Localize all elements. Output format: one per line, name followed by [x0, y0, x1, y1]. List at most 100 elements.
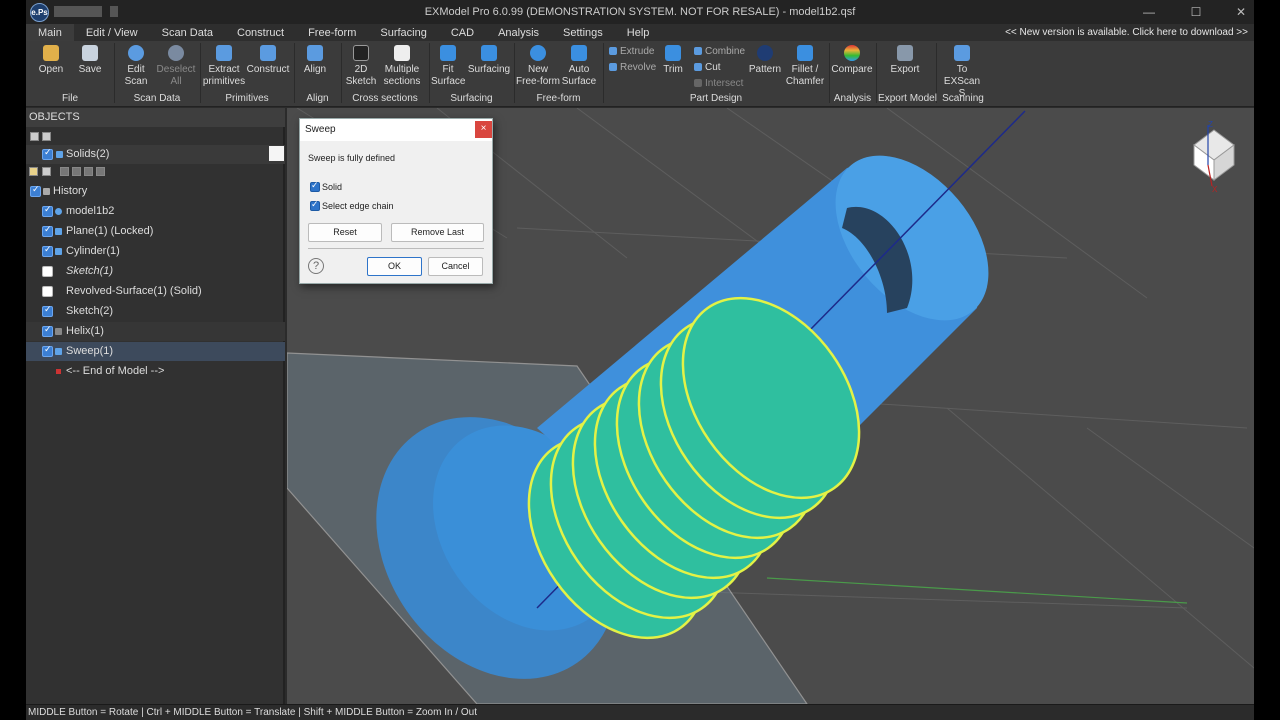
tree-checkbox[interactable]: [42, 224, 53, 237]
dialog-divider: [308, 248, 484, 249]
maximize-icon[interactable]: ☐: [1186, 3, 1206, 21]
edge-chain-checkbox[interactable]: [310, 199, 320, 211]
trim-button[interactable]: Trim: [659, 45, 687, 76]
cut-button[interactable]: Cut: [694, 62, 721, 73]
tree-icon[interactable]: [42, 167, 51, 176]
edit-scan-button[interactable]: Edit Scan: [122, 45, 150, 88]
window-title: EXModel Pro 6.0.99 (DEMONSTRATION SYSTEM…: [424, 6, 856, 18]
new-version-link[interactable]: << New version is available. Click here …: [1005, 27, 1248, 38]
intersect-icon: [694, 79, 702, 87]
group-label-cross-sections: Cross sections: [352, 93, 418, 104]
remove-last-button[interactable]: Remove Last: [391, 223, 484, 242]
solid-option[interactable]: Solid: [310, 180, 342, 192]
tree-checkbox[interactable]: [42, 266, 53, 277]
tab-edit-view[interactable]: Edit / View: [74, 24, 150, 41]
tab-main[interactable]: Main: [26, 24, 74, 41]
trim-icon: [665, 45, 681, 61]
history-root[interactable]: History: [26, 182, 285, 201]
dialog-close-button[interactable]: ×: [475, 121, 492, 138]
select-edge-chain-option[interactable]: Select edge chain: [310, 199, 394, 211]
export-icon: [897, 45, 913, 61]
tab-settings[interactable]: Settings: [551, 24, 615, 41]
cube-z-label: Z: [1208, 120, 1213, 129]
step-back-icon[interactable]: [84, 167, 93, 176]
tab-free-form[interactable]: Free-form: [296, 24, 368, 41]
ok-button[interactable]: OK: [367, 257, 422, 276]
expand-icon[interactable]: [30, 132, 39, 141]
solids-row[interactable]: Solids(2): [26, 145, 285, 164]
save-button[interactable]: Save: [76, 45, 104, 76]
fit-surface-button[interactable]: Fit Surface: [431, 45, 465, 88]
cancel-button[interactable]: Cancel: [428, 257, 483, 276]
color-swatch[interactable]: [269, 146, 284, 161]
multiple-sections-button[interactable]: Multiple sections: [380, 45, 424, 88]
surfacing-button[interactable]: Surfacing: [466, 45, 512, 76]
tab-analysis[interactable]: Analysis: [486, 24, 551, 41]
extract-primitives-icon: [216, 45, 232, 61]
x-axis-line: [766, 577, 1188, 604]
objects-header: OBJECTS: [26, 108, 285, 127]
tree-item-plane[interactable]: Plane(1) (Locked): [26, 222, 285, 241]
dialog-status: Sweep is fully defined: [308, 153, 396, 163]
history-checkbox[interactable]: [30, 184, 41, 197]
open-button[interactable]: Open: [36, 45, 66, 76]
model-icon: [55, 208, 62, 215]
compare-button[interactable]: Compare: [831, 45, 873, 76]
deselect-all-button[interactable]: Deselect All: [156, 45, 196, 88]
sketch-icon: [353, 45, 369, 61]
tab-construct[interactable]: Construct: [225, 24, 296, 41]
fillet-chamfer-button[interactable]: Fillet / Chamfer: [784, 45, 826, 88]
2d-sketch-button[interactable]: 2D Sketch: [344, 45, 378, 88]
history-label: History: [53, 185, 88, 197]
extrude-button[interactable]: Extrude: [609, 46, 654, 57]
dialog-title: Sweep: [300, 119, 492, 141]
solids-checkbox[interactable]: [42, 147, 53, 160]
filter-history-icon[interactable]: [72, 167, 81, 176]
tab-surfacing[interactable]: Surfacing: [368, 24, 438, 41]
solid-checkbox[interactable]: [310, 180, 320, 192]
new-free-form-button[interactable]: New Free-form: [516, 45, 560, 88]
minimize-icon[interactable]: —: [1139, 3, 1159, 21]
filter-icon[interactable]: [42, 132, 51, 141]
tree-item-helix[interactable]: Helix(1): [26, 322, 285, 341]
play-icon[interactable]: [60, 167, 69, 176]
close-icon[interactable]: ✕: [1231, 3, 1251, 21]
intersect-button[interactable]: Intersect: [694, 78, 743, 89]
tree-checkbox[interactable]: [42, 204, 53, 217]
tree-checkbox[interactable]: [42, 304, 53, 317]
help-icon[interactable]: ?: [308, 258, 324, 274]
view-cube[interactable]: Z X: [1184, 120, 1244, 195]
reset-button[interactable]: Reset: [308, 223, 382, 242]
tree-checkbox[interactable]: [42, 344, 53, 357]
revolve-button[interactable]: Revolve: [609, 62, 656, 73]
tab-cad[interactable]: CAD: [439, 24, 486, 41]
history-icon: [43, 188, 50, 195]
tree-item-cylinder[interactable]: Cylinder(1): [26, 242, 285, 261]
tab-help[interactable]: Help: [615, 24, 662, 41]
tree-item-label: <-- End of Model -->: [66, 365, 165, 377]
history-view-icon[interactable]: [29, 167, 38, 176]
end-marker-icon: [56, 369, 61, 374]
to-exscan-button[interactable]: To EXScan S: [940, 45, 984, 100]
cylinder-icon: [55, 248, 62, 255]
align-button[interactable]: Align: [298, 45, 332, 76]
tree-item-revolved-surface[interactable]: Revolved-Surface(1) (Solid): [26, 282, 285, 301]
tab-scan-data[interactable]: Scan Data: [150, 24, 225, 41]
tree-checkbox[interactable]: [42, 324, 53, 337]
tree-item-model[interactable]: model1b2: [26, 202, 285, 221]
tree-item-sketch2[interactable]: Sketch(2): [26, 302, 285, 321]
tree-item-sketch1[interactable]: Sketch(1): [26, 262, 285, 281]
construct-button[interactable]: Construct: [246, 45, 290, 76]
tree-item-end-of-model[interactable]: <-- End of Model -->: [26, 362, 285, 381]
cube-x-label: X: [1212, 185, 1218, 194]
auto-surface-button[interactable]: Auto Surface: [561, 45, 597, 88]
revolve-icon: [609, 63, 617, 71]
extract-primitives-button[interactable]: Extract primitives: [202, 45, 246, 88]
tree-checkbox[interactable]: [42, 286, 53, 297]
export-button[interactable]: Export: [881, 45, 929, 76]
pattern-button[interactable]: Pattern: [746, 45, 784, 76]
tree-item-sweep[interactable]: Sweep(1): [26, 342, 285, 361]
combine-button[interactable]: Combine: [694, 46, 745, 57]
tree-checkbox[interactable]: [42, 244, 53, 257]
step-forward-icon[interactable]: [96, 167, 105, 176]
